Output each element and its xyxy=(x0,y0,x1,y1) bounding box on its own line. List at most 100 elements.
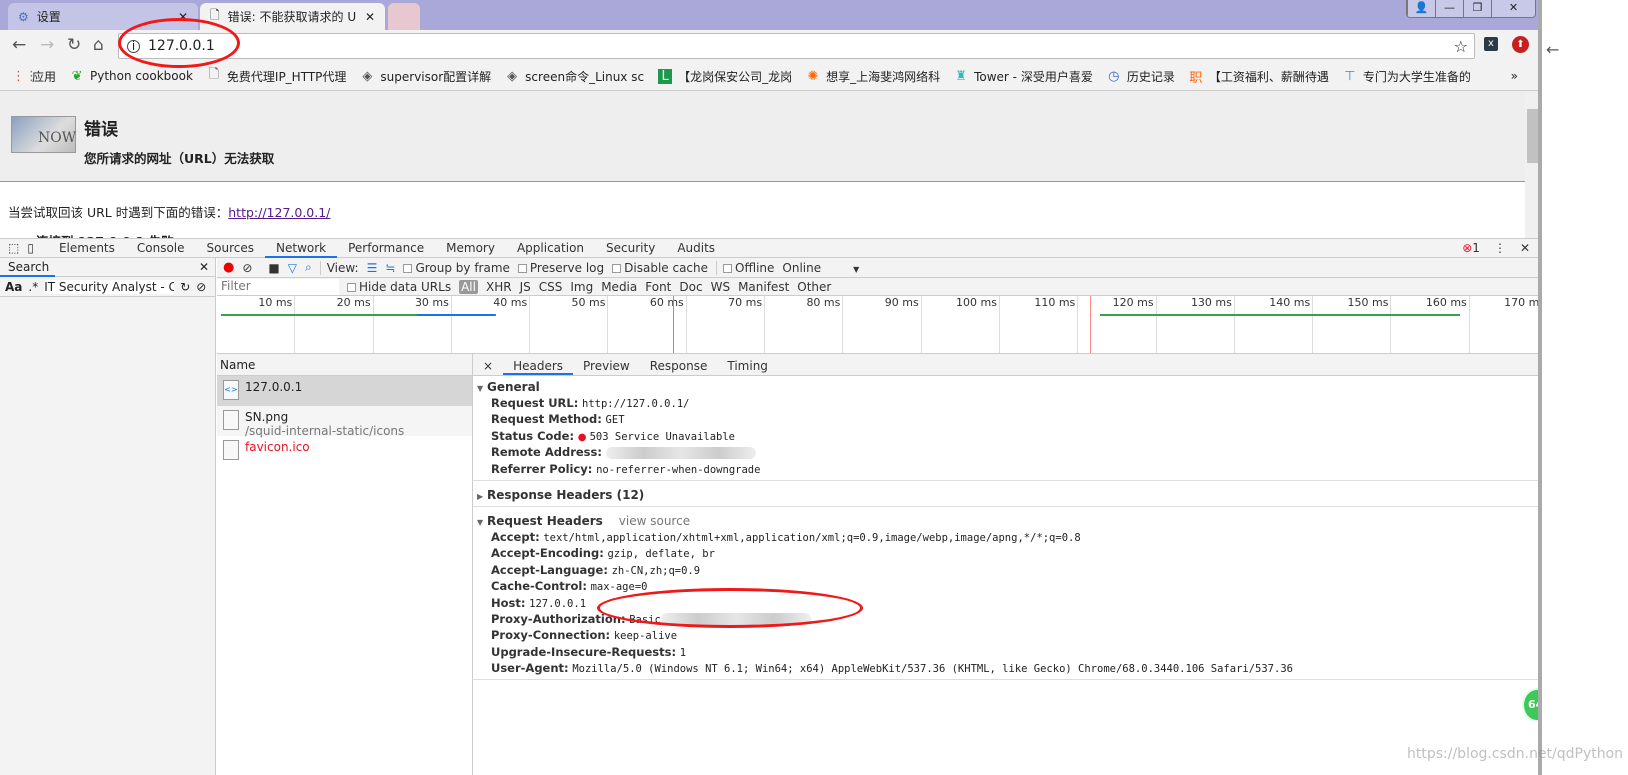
group-by-frame-checkbox[interactable]: Group by frame xyxy=(403,261,510,275)
filter-type-doc[interactable]: Doc xyxy=(679,280,702,294)
close-devtools-icon[interactable]: ✕ xyxy=(1520,241,1530,255)
timing-bar xyxy=(417,314,495,316)
error-link[interactable]: http://127.0.0.1/ xyxy=(228,205,330,220)
bookmark-item[interactable]: ♜ Tower - 深受用户喜爱 xyxy=(954,68,1093,85)
general-section[interactable]: ▼ General xyxy=(473,376,1538,395)
file-icon xyxy=(223,440,239,460)
devtools-tab-console[interactable]: Console xyxy=(126,239,196,258)
filter-type-font[interactable]: Font xyxy=(645,280,671,294)
bookmark-item[interactable]: ◈ screen命令_Linux sc xyxy=(505,68,644,85)
error-icon: ⊗ xyxy=(1462,241,1473,255)
clear-icon[interactable]: ⊘ xyxy=(242,261,252,275)
request-row[interactable]: SN.png/squid-internal-static/icons xyxy=(217,406,472,438)
bookmark-item[interactable]: ⊤ 专门为大学生准备的 xyxy=(1343,68,1471,85)
filter-type-ws[interactable]: WS xyxy=(711,280,730,294)
clear-icon[interactable]: ⊘ xyxy=(196,280,206,294)
new-tab-button[interactable] xyxy=(388,3,420,30)
filter-type-js[interactable]: JS xyxy=(520,280,531,294)
filter-input[interactable]: Filter xyxy=(217,278,339,295)
home-icon[interactable]: ⌂ xyxy=(93,35,104,55)
filter-type-xhr[interactable]: XHR xyxy=(486,280,512,294)
request-headers-section[interactable]: ▼ Request Headers view source xyxy=(473,510,1538,529)
devtools-tabbar: ⬚ ▯ Elements Console Sources Network Performa… xyxy=(0,238,1538,258)
devtools-tab-elements[interactable]: Elements xyxy=(48,239,126,258)
extension-x-icon[interactable]: x xyxy=(1484,37,1498,51)
view-source-link[interactable]: view source xyxy=(619,514,690,528)
close-details-icon[interactable]: × xyxy=(473,359,503,375)
refresh-icon[interactable]: ↻ xyxy=(180,280,190,294)
load-line xyxy=(1090,296,1091,353)
detail-tab-headers[interactable]: Headers xyxy=(503,359,574,375)
bookmark-item[interactable]: ◈ supervisor配置详解 xyxy=(360,68,491,85)
extension-upload-icon[interactable]: ⬆ xyxy=(1512,36,1529,53)
bookmark-item[interactable]: ⋮⋮ 应用 xyxy=(12,68,56,85)
throttle-select[interactable]: Online ▼ xyxy=(782,261,859,275)
header-row: Status Code: ● 503 Service Unavailable xyxy=(491,428,736,443)
filter-icon[interactable]: ▽ xyxy=(288,261,297,275)
star-icon[interactable]: ☆ xyxy=(1454,37,1468,56)
detail-tab-preview[interactable]: Preview xyxy=(573,359,640,375)
close-window-button[interactable]: ✕ xyxy=(1491,0,1535,17)
response-headers-section[interactable]: ▶ Response Headers (12) xyxy=(473,484,1538,503)
filter-type-other[interactable]: Other xyxy=(797,280,831,294)
error-count[interactable]: ⊗1 xyxy=(1462,241,1480,255)
filter-type-img[interactable]: Img xyxy=(570,280,593,294)
devtools-tab-memory[interactable]: Memory xyxy=(435,239,506,258)
screenshot-icon[interactable]: ■ xyxy=(268,261,279,275)
error-detail: 连接到 127.0.0.1 失败 xyxy=(0,221,1525,238)
bookmark-item[interactable]: ❦ Python cookbook xyxy=(70,69,193,84)
tab-search[interactable]: Search xyxy=(0,258,55,277)
bookmark-item[interactable]: 🗋 免费代理IP_HTTP代理 xyxy=(207,65,347,87)
request-row[interactable]: <> 127.0.0.1 xyxy=(217,376,472,406)
filter-type-all[interactable]: All xyxy=(459,279,478,294)
search-icon[interactable]: ⌕ xyxy=(305,260,312,275)
detail-tab-response[interactable]: Response xyxy=(640,359,718,375)
bookmark-item[interactable]: L 【龙岗保安公司_龙岗 xyxy=(658,68,792,85)
more-icon[interactable]: ⋮ xyxy=(1494,241,1506,255)
devtools-tab-application[interactable]: Application xyxy=(506,239,595,258)
network-toolbar: ● ⊘ ■ ▽ ⌕ View: ☰ ≒ Group by frame Prese… xyxy=(217,258,1538,278)
device-toolbar-icon[interactable]: ▯ xyxy=(23,241,48,255)
bookmark-icon: ◈ xyxy=(507,68,518,84)
devtools-tab-performance[interactable]: Performance xyxy=(337,239,435,258)
tab-error-page[interactable]: 🗋 错误: 不能获取请求的 UR ✕ xyxy=(200,3,385,30)
regex-toggle[interactable]: .* xyxy=(28,280,38,294)
filter-type-media[interactable]: Media xyxy=(601,280,637,294)
filter-type-manifest[interactable]: Manifest xyxy=(738,280,789,294)
devtools-tab-security[interactable]: Security xyxy=(595,239,666,258)
name-column-header[interactable]: Name xyxy=(217,354,472,376)
close-tab-icon[interactable]: ✕ xyxy=(365,10,375,24)
devtools-tab-network[interactable]: Network xyxy=(265,239,338,258)
page-scrollbar[interactable] xyxy=(1525,91,1538,238)
minimize-button[interactable]: — xyxy=(1435,0,1463,17)
hide-data-urls-checkbox[interactable]: Hide data URLs xyxy=(347,280,451,294)
profile-icon[interactable]: 👤 xyxy=(1407,0,1435,17)
disable-cache-checkbox[interactable]: Disable cache xyxy=(612,261,708,275)
bookmark-item[interactable]: ✺ 想享_上海斐鸿网络科 xyxy=(806,68,940,85)
filter-type-css[interactable]: CSS xyxy=(539,280,563,294)
forward-icon[interactable]: → xyxy=(40,35,54,55)
close-search-icon[interactable]: ✕ xyxy=(199,260,215,274)
address-bar[interactable]: i 127.0.0.1 ☆ xyxy=(118,33,1475,59)
preserve-log-checkbox[interactable]: Preserve log xyxy=(517,261,604,275)
request-row[interactable]: favicon.ico xyxy=(217,436,472,466)
back-icon[interactable]: ← xyxy=(12,35,26,55)
bookmark-item[interactable]: ◷ 历史记录 xyxy=(1107,68,1175,85)
bookmark-item[interactable]: 职【工资福利、薪酬待遇 xyxy=(1189,67,1329,86)
inspect-icon[interactable]: ⬚ xyxy=(0,241,23,255)
record-icon[interactable]: ● xyxy=(223,260,234,275)
devtools-tab-audits[interactable]: Audits xyxy=(666,239,726,258)
annotation-circle xyxy=(118,18,240,68)
list-view-icon[interactable]: ☰ xyxy=(367,261,378,275)
back-icon[interactable]: ← xyxy=(1546,40,1559,59)
devtools-tab-sources[interactable]: Sources xyxy=(196,239,265,258)
waterfall-view-icon[interactable]: ≒ xyxy=(385,261,395,275)
reload-icon[interactable]: ↻ xyxy=(67,35,81,55)
timeline-tick: 130 ms xyxy=(1157,296,1235,353)
search-input[interactable]: IT Security Analyst - Cybe xyxy=(44,279,175,294)
detail-tab-timing[interactable]: Timing xyxy=(717,359,778,375)
restore-button[interactable]: ❐ xyxy=(1463,0,1491,17)
offline-checkbox[interactable]: Offline xyxy=(716,260,774,275)
more-bookmarks-button[interactable]: » xyxy=(1511,69,1518,83)
match-case-toggle[interactable]: Aa xyxy=(5,280,22,294)
